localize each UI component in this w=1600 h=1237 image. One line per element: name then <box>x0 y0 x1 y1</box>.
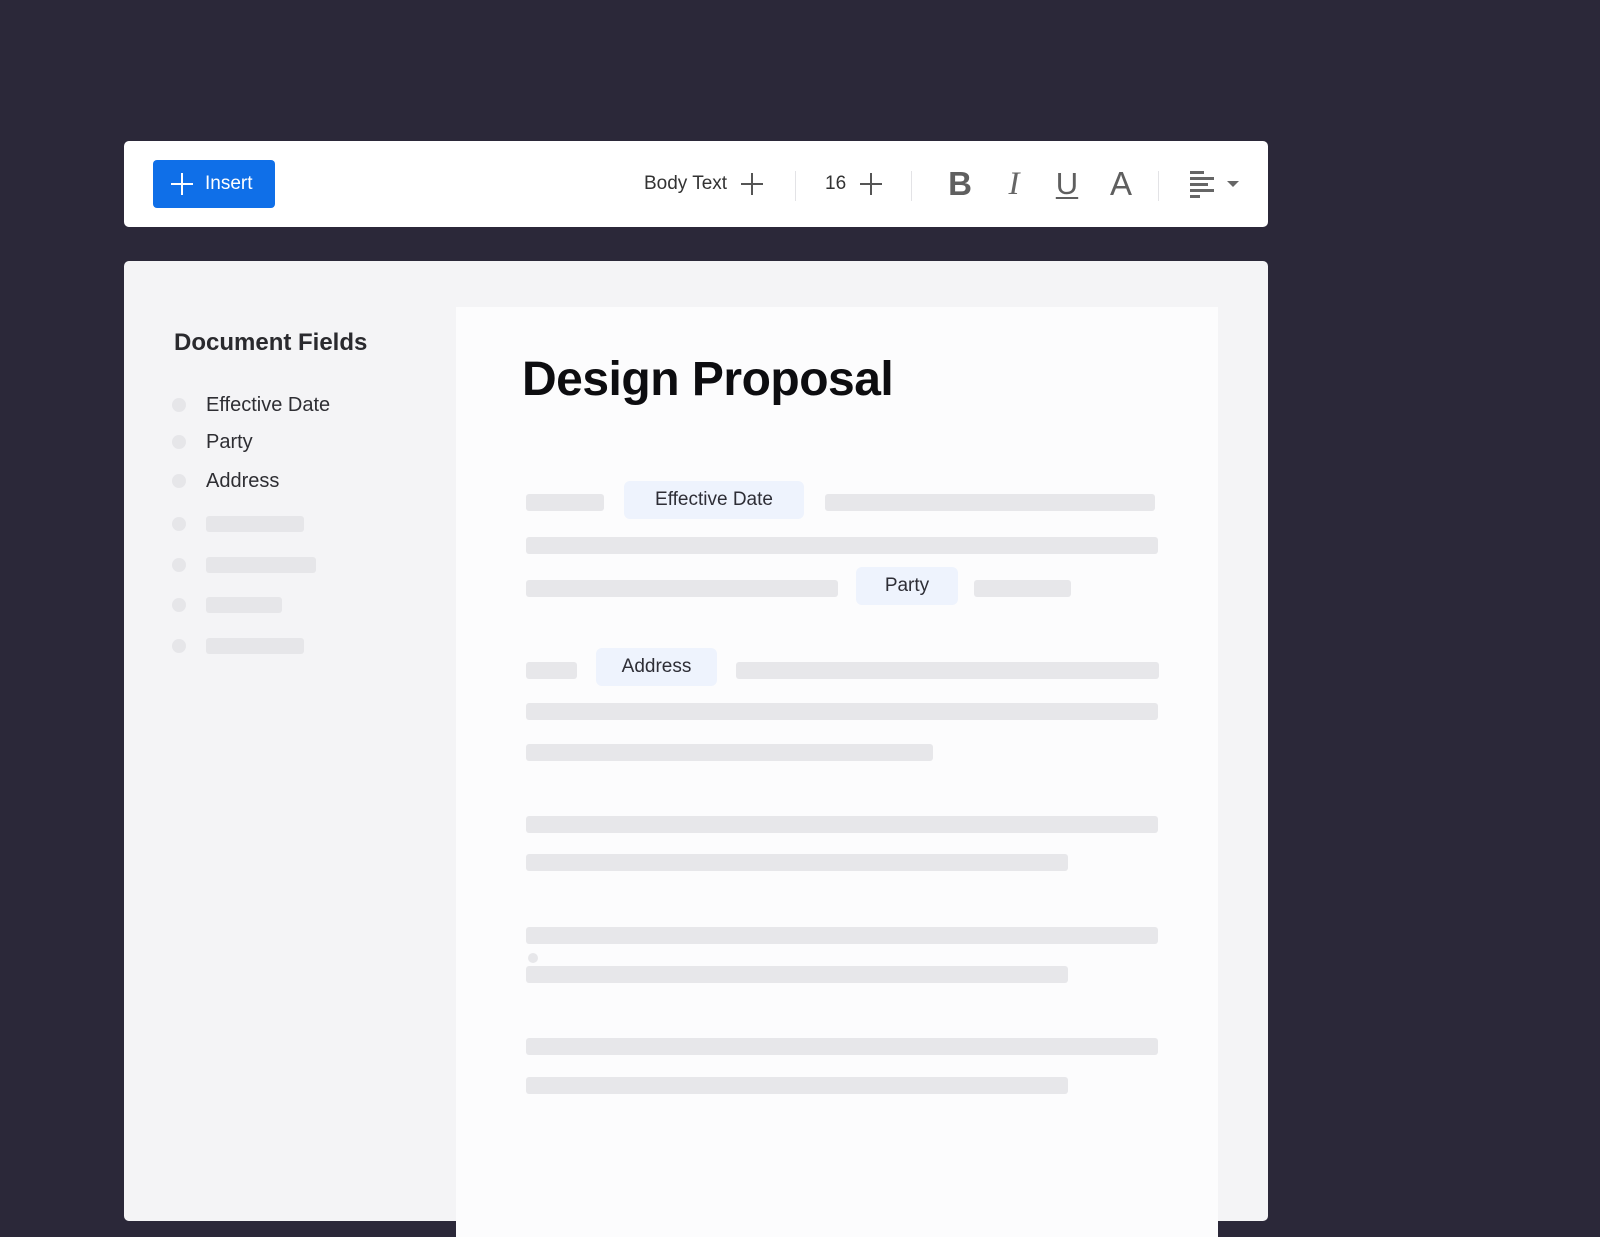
text-skeleton <box>526 662 577 679</box>
field-item-placeholder <box>172 591 282 619</box>
text-skeleton <box>526 703 1158 720</box>
formatting-toolbar: Insert Body Text 16 B I U A <box>124 141 1268 227</box>
text-skeleton <box>526 927 1158 944</box>
bold-button[interactable]: B <box>942 163 978 205</box>
text-style-value: Body Text <box>644 173 728 194</box>
field-chip-party[interactable]: Party <box>856 567 958 605</box>
document-page[interactable]: Design Proposal Effective Date Party Add… <box>456 307 1218 1237</box>
document-title[interactable]: Design Proposal <box>522 352 894 407</box>
italic-button[interactable]: I <box>996 163 1032 205</box>
field-skeleton <box>206 638 304 654</box>
field-skeleton <box>206 557 316 573</box>
field-dot-icon <box>172 398 186 412</box>
field-label: Party <box>206 430 253 453</box>
align-left-icon[interactable] <box>1190 171 1214 198</box>
field-dot-icon <box>172 598 186 612</box>
text-skeleton <box>526 816 1158 833</box>
text-skeleton <box>526 854 1068 871</box>
field-item-placeholder <box>172 551 316 579</box>
text-skeleton <box>825 494 1155 511</box>
field-dot-icon <box>172 517 186 531</box>
field-chip-address[interactable]: Address <box>596 648 717 686</box>
text-skeleton <box>526 1038 1158 1055</box>
insert-button[interactable]: Insert <box>153 160 275 208</box>
field-item-address[interactable]: Address <box>172 467 279 495</box>
text-skeleton <box>526 1077 1068 1094</box>
field-label: Effective Date <box>206 393 331 416</box>
text-skeleton <box>526 966 1068 983</box>
add-text-style-icon[interactable] <box>741 173 764 195</box>
field-chip-effective-date[interactable]: Effective Date <box>624 481 804 519</box>
toolbar-divider <box>1158 171 1159 201</box>
toolbar-divider <box>911 171 912 201</box>
field-dot-icon <box>172 558 186 572</box>
text-skeleton <box>736 662 1159 679</box>
font-size-value: 16 <box>825 173 847 194</box>
underline-button[interactable]: U <box>1049 163 1085 205</box>
text-skeleton <box>526 744 933 761</box>
field-item-placeholder <box>172 510 304 538</box>
text-skeleton <box>526 537 1158 554</box>
field-item-placeholder <box>172 632 304 660</box>
field-skeleton <box>206 516 304 532</box>
text-skeleton <box>526 580 838 597</box>
field-item-effective-date[interactable]: Effective Date <box>172 391 330 419</box>
editor-panel: Document Fields Effective Date Party Add… <box>124 261 1268 1237</box>
field-dot-icon <box>172 435 186 449</box>
field-dot-icon <box>172 474 186 488</box>
plus-icon <box>171 173 193 195</box>
alignment-dropdown-chevron-icon[interactable] <box>1227 181 1239 187</box>
field-item-party[interactable]: Party <box>172 428 253 456</box>
text-color-button[interactable]: A <box>1103 163 1139 205</box>
sidebar-title: Document Fields <box>174 329 368 356</box>
insert-button-label: Insert <box>205 173 253 194</box>
text-skeleton <box>526 494 604 511</box>
field-dot-icon <box>172 639 186 653</box>
font-size-selector[interactable]: 16 <box>825 141 883 227</box>
field-label: Address <box>206 469 280 492</box>
increase-font-size-icon[interactable] <box>860 173 883 195</box>
toolbar-divider <box>795 171 796 201</box>
text-style-selector[interactable]: Body Text <box>644 141 764 227</box>
cursor-dot <box>528 953 538 963</box>
text-skeleton <box>974 580 1071 597</box>
field-skeleton <box>206 597 282 613</box>
